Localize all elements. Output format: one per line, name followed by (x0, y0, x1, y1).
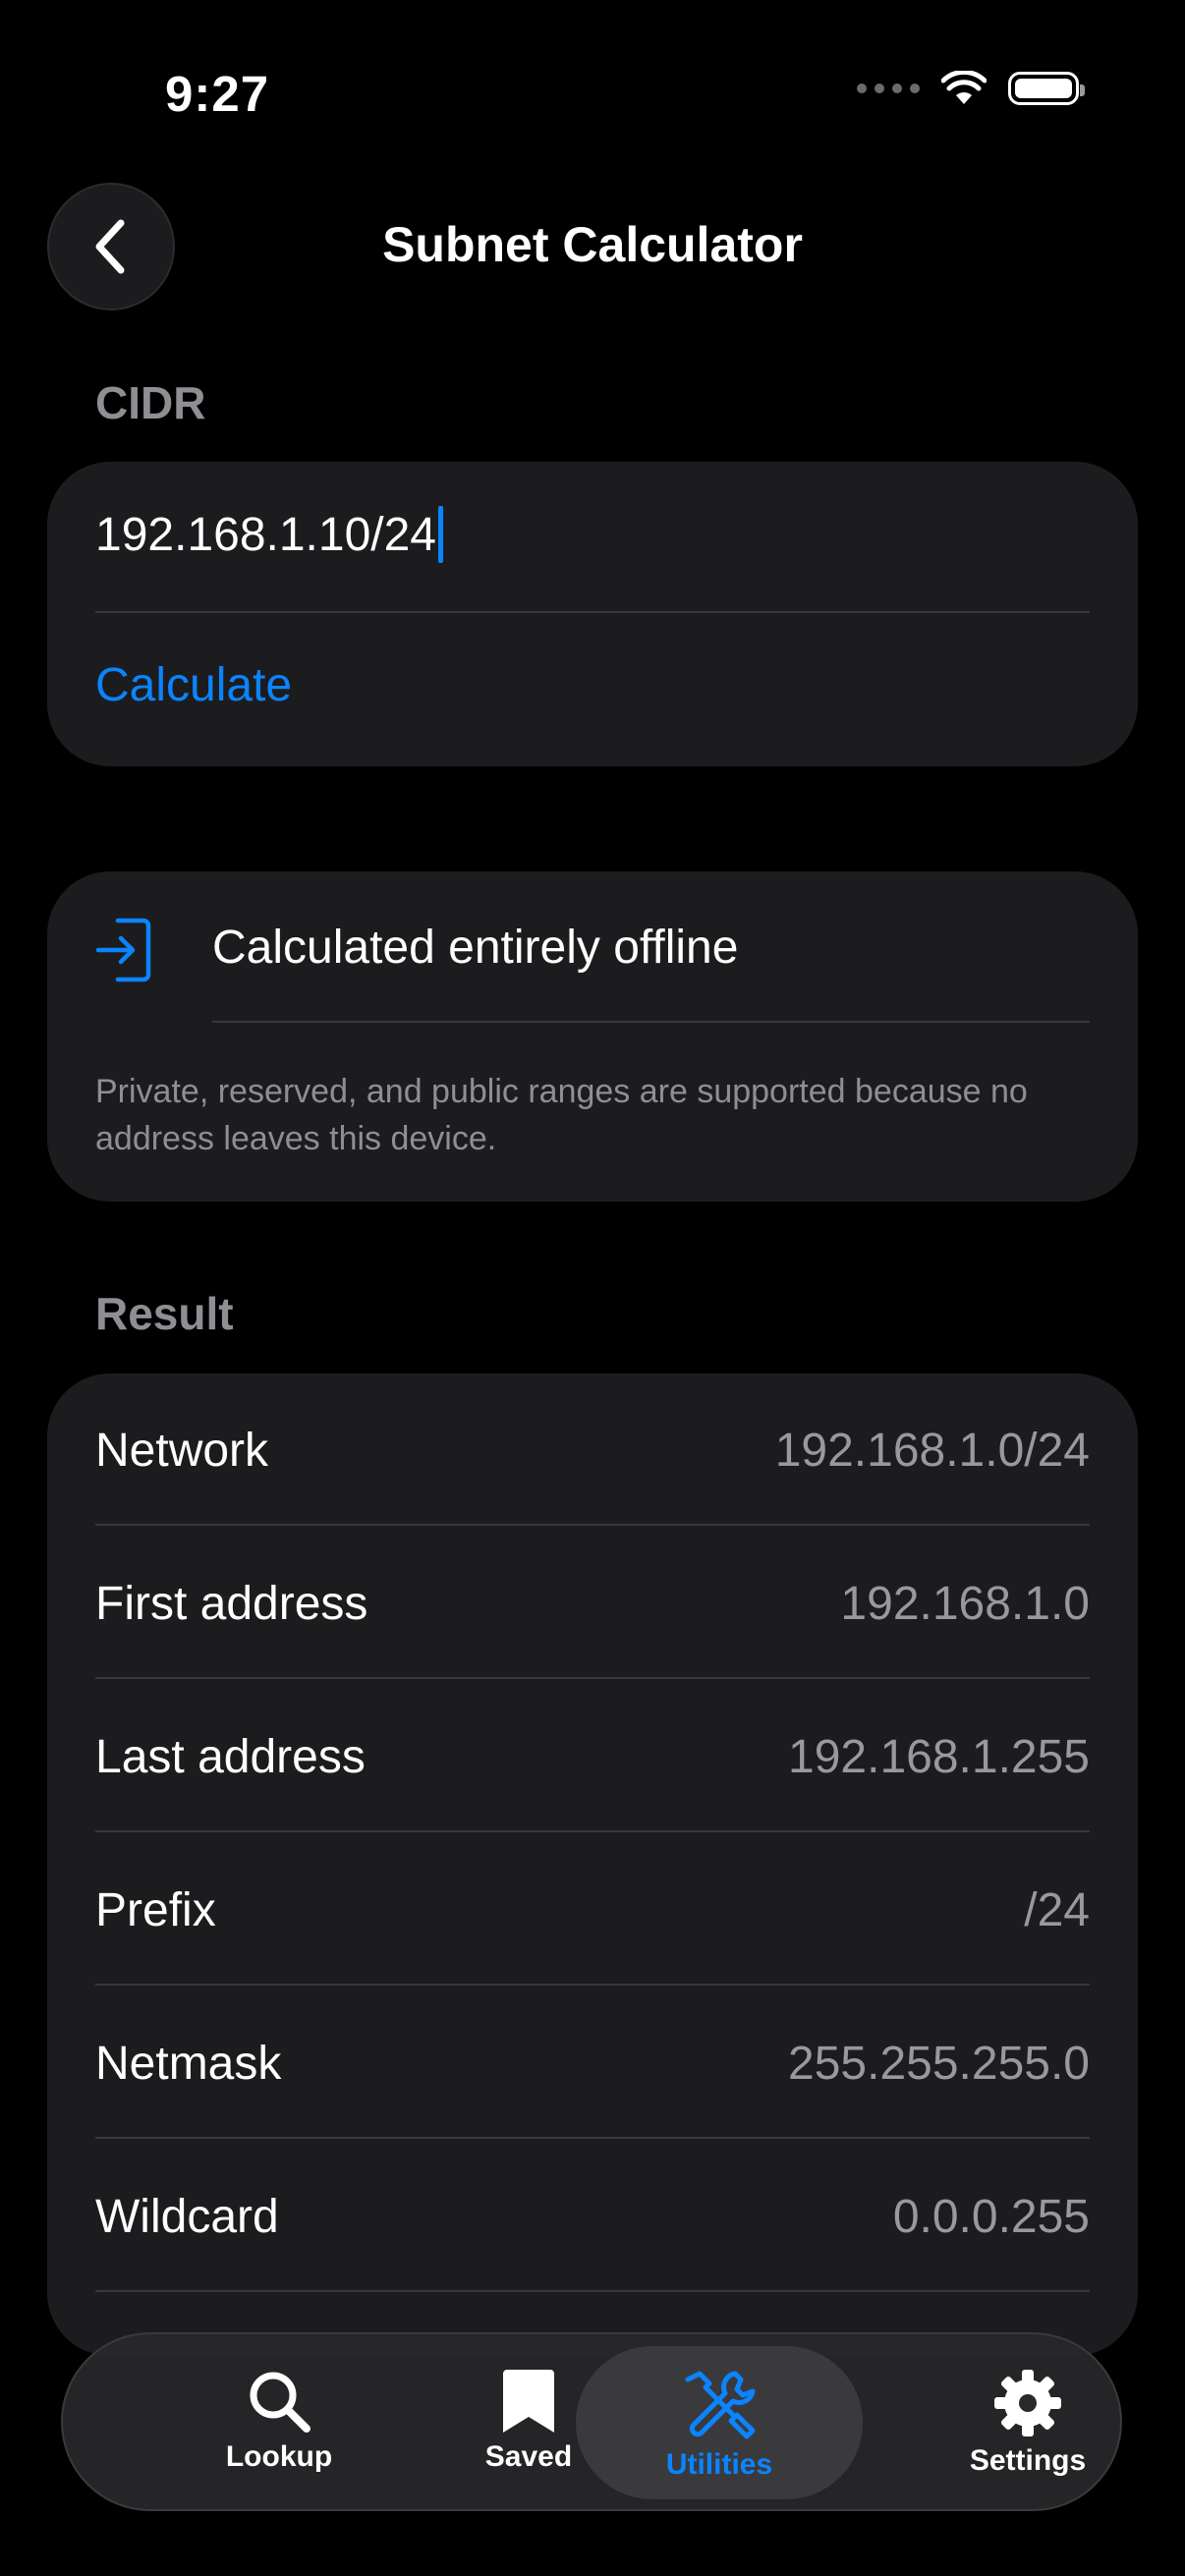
bookmark-icon (503, 2370, 554, 2433)
result-value: 192.168.1.0/24 (774, 1424, 1090, 1477)
offline-title: Calculated entirely offline (212, 922, 739, 974)
result-key: Network (95, 1424, 269, 1477)
tab-label: Saved (484, 2440, 573, 2473)
cidr-input[interactable]: 192.168.1.10/24 (95, 506, 443, 563)
offline-description: Private, reserved, and public ranges are… (95, 1073, 1028, 1157)
cidr-section-label: CIDR (95, 377, 206, 428)
result-key: Last address (95, 1730, 366, 1783)
result-row-network: Network 192.168.1.0/24 (95, 1373, 1090, 1527)
result-value: 192.168.1.255 (788, 1730, 1090, 1783)
divider (95, 611, 1090, 613)
cellular-signal-icon (857, 84, 920, 93)
battery-icon (1008, 72, 1085, 105)
tab-label: Utilities (665, 2448, 773, 2481)
offline-info-card: Calculated entirely offline Private, res… (47, 871, 1138, 1202)
wifi-icon (941, 71, 987, 104)
tab-bar: Lookup Saved Utilities Settings (61, 2332, 1122, 2511)
result-row-first-address: First address 192.168.1.0 (95, 1527, 1090, 1680)
divider (95, 1524, 1090, 1526)
divider (212, 1021, 1090, 1023)
result-row-netmask: Netmask 255.255.255.0 (95, 1987, 1090, 2140)
result-key: Wildcard (95, 2190, 279, 2243)
divider (95, 2137, 1090, 2139)
status-time: 9:27 (165, 66, 270, 122)
tab-label: Lookup (225, 2440, 333, 2473)
result-card: Network 192.168.1.0/24 First address 192… (47, 1373, 1138, 2356)
gear-icon (994, 2370, 1061, 2436)
result-value: /24 (1024, 1883, 1090, 1936)
tab-label: Settings (969, 2444, 1087, 2477)
divider (95, 1677, 1090, 1679)
calculate-button[interactable]: Calculate (95, 658, 292, 712)
result-value: 0.0.0.255 (892, 2190, 1090, 2243)
divider (95, 2290, 1090, 2292)
status-icons (857, 71, 1085, 106)
cidr-card: 192.168.1.10/24 Calculate (47, 462, 1138, 766)
divider (95, 1830, 1090, 1832)
result-row-last-address: Last address 192.168.1.255 (95, 1680, 1090, 1833)
divider (95, 1984, 1090, 1986)
tab-settings[interactable]: Settings (900, 2346, 1156, 2499)
page-title: Subnet Calculator (382, 217, 803, 272)
wrench-screwdriver-icon (685, 2371, 756, 2439)
cidr-input-value: 192.168.1.10/24 (95, 508, 436, 561)
result-key: Netmask (95, 2037, 282, 2090)
result-key: First address (95, 1577, 368, 1630)
result-value: 192.168.1.0 (840, 1577, 1090, 1630)
result-section-label: Result (95, 1288, 234, 1339)
magnifier-icon (250, 2372, 310, 2433)
result-key: Prefix (95, 1883, 216, 1936)
tab-utilities[interactable]: Utilities (576, 2346, 863, 2499)
result-value: 255.255.255.0 (788, 2037, 1090, 2090)
result-row-prefix: Prefix /24 (95, 1833, 1090, 1987)
text-caret (438, 506, 443, 563)
tab-lookup[interactable]: Lookup (151, 2346, 407, 2499)
result-row-wildcard: Wildcard 0.0.0.255 (95, 2140, 1090, 2293)
sign-in-icon (95, 918, 151, 982)
screen: 9:27 Subnet Calculator CIDR 192.168.1.10… (0, 0, 1185, 2576)
